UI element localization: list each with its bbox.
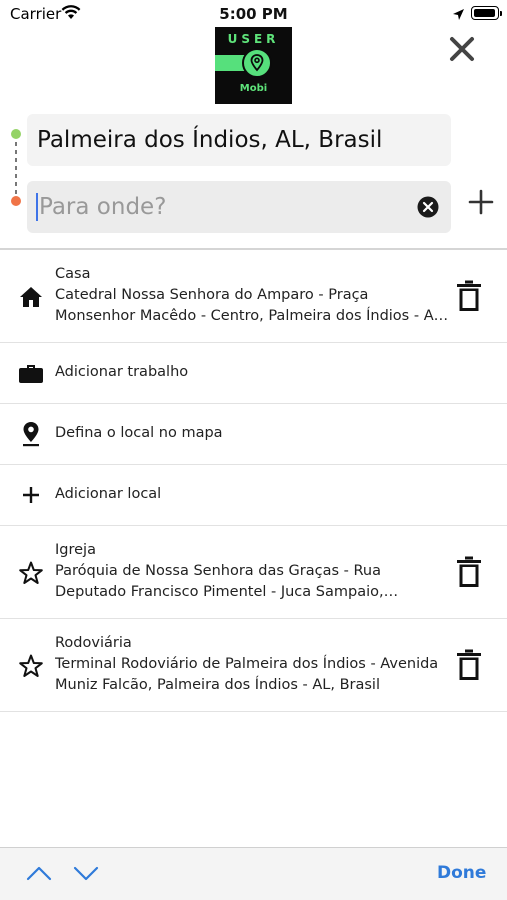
done-button[interactable]: Done: [437, 863, 486, 883]
list-item-label: Defina o local no mapa: [55, 425, 223, 441]
trash-icon: [457, 556, 481, 587]
delete-button[interactable]: [456, 649, 482, 681]
chevron-down-icon: [73, 866, 99, 881]
saved-place-address: Terminal Rodoviário de Palmeira dos Índi…: [55, 656, 439, 693]
saved-place-item[interactable]: Igreja Paróquia de Nossa Senhora das Gra…: [0, 526, 507, 619]
saved-place-address: Paróquia de Nossa Senhora das Graças - R…: [55, 563, 384, 600]
logo-pin-circle: [242, 48, 272, 78]
origin-field[interactable]: Palmeira dos Índios, AL, Brasil: [27, 114, 451, 166]
app-logo: USER Mobi: [215, 27, 292, 104]
destination-input[interactable]: [39, 181, 409, 233]
origin-dot: [11, 129, 21, 139]
saved-place-address: Catedral Nossa Senhora do Amparo - Praça…: [55, 287, 447, 324]
logo-word: USER: [227, 32, 280, 46]
status-bar: Carrier 5:00 PM: [0, 0, 507, 28]
destination-field-container: [27, 181, 451, 233]
set-on-map-item[interactable]: Defina o local no mapa: [0, 404, 507, 465]
home-icon: [18, 284, 44, 310]
star-icon: [18, 653, 44, 679]
saved-place-item[interactable]: Casa Catedral Nossa Senhora do Amparo - …: [0, 250, 507, 343]
delete-button[interactable]: [456, 556, 482, 588]
add-place-item[interactable]: Adicionar local: [0, 465, 507, 526]
chevron-up-icon: [26, 866, 52, 881]
saved-place-item[interactable]: Rodoviária Terminal Rodoviário de Palmei…: [0, 619, 507, 712]
previous-field-button[interactable]: [26, 864, 52, 886]
plus-icon: [468, 189, 494, 215]
text-cursor: [36, 193, 38, 221]
clear-icon: [417, 196, 439, 218]
trash-icon: [457, 280, 481, 311]
saved-place-title: Igreja: [55, 542, 96, 558]
list-item-label: Adicionar local: [55, 486, 162, 502]
briefcase-icon: [18, 360, 44, 386]
close-icon: [450, 37, 474, 61]
location-services-icon: [452, 6, 465, 25]
star-icon: [18, 560, 44, 586]
saved-place-title: Casa: [55, 266, 91, 282]
map-pin-icon: [18, 421, 44, 447]
close-button[interactable]: [446, 33, 478, 65]
plus-icon: [18, 482, 44, 508]
logo-subtext: Mobi: [239, 83, 268, 94]
route-connector-line: [15, 142, 17, 194]
battery-icon: [471, 6, 502, 20]
add-work-item[interactable]: Adicionar trabalho: [0, 343, 507, 404]
next-field-button[interactable]: [73, 864, 99, 886]
saved-place-title: Rodoviária: [55, 635, 132, 651]
list-item-label: Adicionar trabalho: [55, 364, 189, 380]
delete-button[interactable]: [456, 280, 482, 312]
trash-icon: [457, 649, 481, 680]
keyboard-toolbar: Done: [0, 847, 507, 900]
clock: 5:00 PM: [219, 5, 288, 23]
clear-destination-button[interactable]: [417, 196, 439, 218]
destination-dot: [11, 196, 21, 206]
add-stop-button[interactable]: [467, 188, 495, 216]
